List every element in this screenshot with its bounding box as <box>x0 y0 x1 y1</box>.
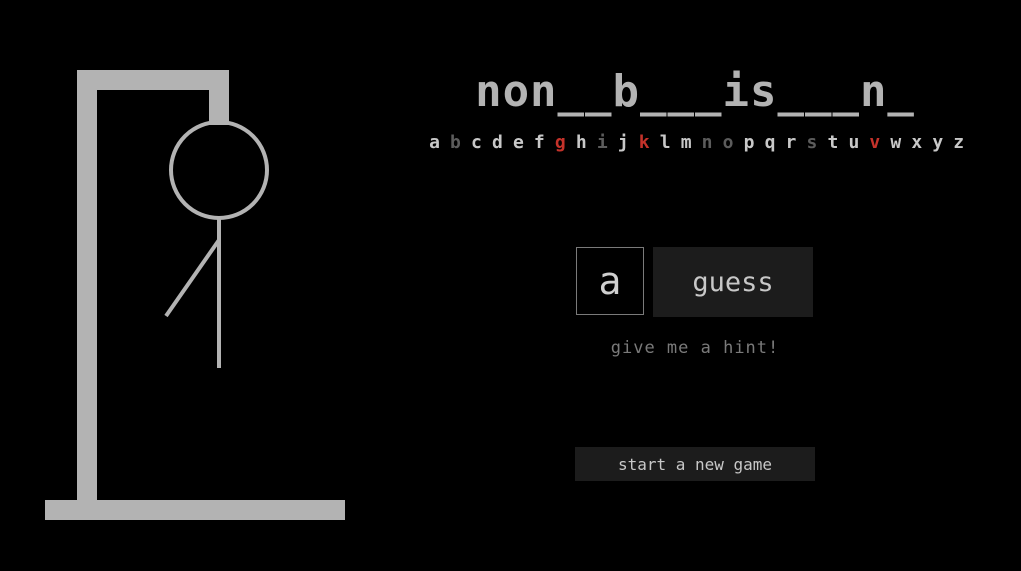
letter-b: b <box>450 132 461 153</box>
letter-v: v <box>869 132 881 153</box>
letter-o: o <box>722 132 734 153</box>
hangman-game: non__b___is___n_ abcdefghijklmnopqrstuvw… <box>0 0 1021 571</box>
letter-r[interactable]: r <box>780 132 801 153</box>
letter-x[interactable]: x <box>906 132 927 153</box>
letter-h[interactable]: h <box>571 132 592 153</box>
letter-t[interactable]: t <box>822 132 843 153</box>
letter-k: k <box>638 132 650 153</box>
alphabet-row: abcdefghijklmnopqrstuvwxyz <box>424 132 969 153</box>
guess-input[interactable] <box>576 247 644 315</box>
letter-f[interactable]: f <box>529 132 550 153</box>
letter-w[interactable]: w <box>885 132 906 153</box>
letter-m[interactable]: m <box>676 132 697 153</box>
letter-d[interactable]: d <box>487 132 508 153</box>
new-game-button[interactable]: start a new game <box>575 447 815 481</box>
guess-button[interactable]: guess <box>653 247 813 317</box>
letter-l[interactable]: l <box>655 132 676 153</box>
figure-head <box>169 120 269 220</box>
gallows-beam <box>77 70 229 90</box>
hint-link[interactable]: give me a hint! <box>576 338 814 358</box>
letter-i: i <box>596 132 608 153</box>
figure-left-arm <box>164 238 221 318</box>
gallows-base <box>45 500 345 520</box>
letter-e[interactable]: e <box>508 132 529 153</box>
letter-n: n <box>701 132 713 153</box>
gallows-post <box>77 70 97 502</box>
letter-z[interactable]: z <box>948 132 969 153</box>
letter-y[interactable]: y <box>927 132 948 153</box>
letter-q[interactable]: q <box>760 132 781 153</box>
masked-word: non__b___is___n_ <box>475 66 915 117</box>
letter-p[interactable]: p <box>739 132 760 153</box>
guess-row: guess <box>576 247 813 317</box>
letter-u[interactable]: u <box>843 132 864 153</box>
letter-a[interactable]: a <box>424 132 445 153</box>
letter-s: s <box>806 132 818 153</box>
letter-j[interactable]: j <box>613 132 634 153</box>
letter-g: g <box>554 132 566 153</box>
letter-c[interactable]: c <box>466 132 487 153</box>
gallows-drawing <box>45 70 345 520</box>
gallows-rope <box>209 70 229 125</box>
